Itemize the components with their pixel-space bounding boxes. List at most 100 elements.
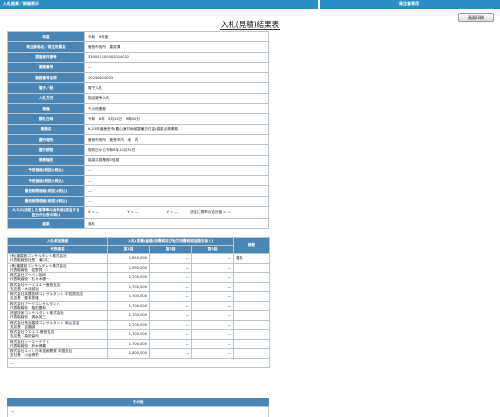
round-1-amount: 1,700,000 bbox=[107, 338, 150, 349]
info-row: 開札日時 令和 6年 6月24日 9時00分 bbox=[7, 113, 269, 125]
round-2-amount: — bbox=[149, 272, 192, 283]
z-value: Z = — bbox=[166, 210, 178, 215]
round-2-amount: — bbox=[149, 319, 192, 330]
info-row: 調達案件番号 330001100002024032 bbox=[7, 51, 269, 63]
bidder-name-cell: 株式会社ケーエスエー鹿島支店 支店長 大月誠治 bbox=[7, 281, 108, 292]
bidder-representative: 支店長 大月誠治 bbox=[10, 286, 39, 291]
info-label: 予定価格(税抜)(税込) bbox=[7, 164, 85, 177]
bidder-representative: 代表取締役 杉々木勝一 bbox=[10, 277, 50, 282]
info-value: 指名競争入札 bbox=[84, 92, 269, 105]
x-value: X = — bbox=[88, 210, 100, 215]
bidder-representative: 代表取締役 鈴木博義 bbox=[10, 343, 46, 348]
round-3-amount: — bbox=[190, 262, 235, 273]
bidder-note bbox=[233, 319, 271, 330]
info-label: 業種 bbox=[7, 103, 85, 115]
bidder-name-cell: 株式会社荒谷建設コンサルタント 岡山支店 支店長 吉國誠 bbox=[7, 319, 108, 330]
round-2-amount: — bbox=[149, 300, 192, 311]
bidder-name-cell: 西部技術コンサルタント株式会社 代表取締役 清水英三 bbox=[7, 310, 108, 321]
info-label: 開札日時 bbox=[7, 113, 85, 125]
bidder-name-cell: 株式会社アークコンサルタント 代表取締役 稲田豊和 bbox=[7, 300, 108, 311]
info-row: 業務番号名称 20240624005 bbox=[7, 72, 269, 84]
bidder-name-cell: 株式会社ウエスコ 鹿島支店 支店長 高松留司 bbox=[7, 329, 108, 340]
round-1-amount: 1,700,000 bbox=[107, 310, 150, 321]
info-value: 橋梁点検業務5径橋 bbox=[84, 154, 269, 166]
round-1-amount: 1,850,000 bbox=[107, 253, 150, 264]
bidder-note bbox=[233, 272, 271, 283]
info-row: 最低制限価格(税抜)(税込) — bbox=[7, 185, 269, 197]
round-2-amount: — bbox=[149, 253, 192, 264]
bidder-results-table: 入札参加業者 入札(見積)金額(消費税及び地方消費税相当額を除く) 摘要 代表者… bbox=[6, 237, 271, 368]
info-row: 最低制限価格(税抜)(税込) — bbox=[7, 195, 269, 208]
round-3-amount: — bbox=[190, 291, 235, 302]
info-label: 電子／紙 bbox=[7, 82, 85, 94]
bidder-note bbox=[233, 310, 271, 321]
round-3-amount: — bbox=[190, 310, 235, 321]
round-3-amount: — bbox=[190, 272, 235, 283]
bidder-name-cell: 株式会社芙蓉技研コンサルタント 中四国支店 支店長 藤本秀雄 bbox=[7, 291, 108, 302]
bidder-representative: 代表取締役 稲田豊和 bbox=[10, 305, 46, 310]
bidder-name-cell: 株式会社アーバン技研 代表取締役 杉々木勝一 bbox=[7, 272, 108, 283]
bidder-representative: 代表取締役 佐野賢 bbox=[10, 267, 43, 272]
round-1-amount: 1,800,000 bbox=[107, 348, 150, 359]
info-value: — bbox=[84, 185, 269, 197]
round-2-amount: — bbox=[149, 329, 192, 340]
round-3-header: 第3回 bbox=[190, 245, 235, 254]
info-row: 発注部局名／発注所属名 鹿島市役所 建設課 bbox=[7, 41, 269, 53]
footer-value: — bbox=[6, 357, 271, 368]
bidder-representative: 支社長 小谷博史 bbox=[10, 353, 39, 358]
bidder-row: 西部技術コンサルタント株式会社 代表取締役 清水英三 1,700,000— — bbox=[7, 310, 271, 321]
info-label: 調達案件番号 bbox=[7, 51, 85, 63]
round-2-amount: — bbox=[149, 291, 192, 302]
info-row: 電子／紙 電子入札 bbox=[7, 82, 269, 94]
round-1-amount: 1,700,000 bbox=[107, 319, 150, 330]
info-value: 20240624005 bbox=[84, 72, 269, 84]
round-3-amount: — bbox=[190, 329, 235, 340]
bidder-note: 落札 bbox=[233, 253, 271, 264]
info-row: 業種 その他業務 bbox=[7, 103, 269, 115]
info-row: 履行期限 契約日から令和6年10月31日 bbox=[7, 144, 269, 156]
bidder-representative: 支店長 吉國誠 bbox=[10, 324, 36, 329]
top-bar: 入札結果／詳細表示 発注者専用 bbox=[0, 0, 500, 9]
info-row: 業務番号 — bbox=[7, 61, 269, 74]
round-3-amount: — bbox=[190, 253, 235, 264]
info-value: 令和 6年度 bbox=[84, 30, 269, 43]
user-role-label: 発注者専用 bbox=[399, 1, 419, 6]
round-1-amount: 1,690,000 bbox=[107, 262, 150, 273]
bidder-note bbox=[233, 262, 271, 273]
round-1-amount: 1,700,000 bbox=[107, 281, 150, 292]
info-label: 履行場所 bbox=[7, 133, 85, 146]
bidder-note bbox=[233, 329, 271, 340]
bidder-row: 株式会社芙蓉技研コンサルタント 中四国支店 支店長 藤本秀雄 1,700,000— — bbox=[7, 291, 271, 302]
bidder-row: 株式会社ウエスコ 鹿島支店 支店長 高松留司 1,700,000— — bbox=[7, 329, 271, 340]
info-value: 電子入札 bbox=[84, 82, 269, 94]
formula-values: X = — Y = — Z = — 決定に基率の合計値 = — bbox=[84, 206, 269, 220]
bid-info-table: 年度 令和 6年度 発注部局名／発注所属名 鹿島市役所 建設課 調達案件番号 330001… bbox=[7, 30, 269, 230]
info-row: 入札方式 指名競争入札 bbox=[7, 92, 269, 105]
bidder-row: 株式会社アーバン技研 代表取締役 杉々木勝一 1,700,000— — bbox=[7, 272, 271, 283]
info-label: X,Y,Z(決定した基準率の合計値(該当する区分が公表の時)) bbox=[7, 206, 85, 220]
info-value: その他業務 bbox=[84, 103, 269, 115]
round-3-amount: — bbox=[190, 348, 235, 359]
bidder-note bbox=[233, 281, 271, 292]
bidder-note bbox=[233, 348, 271, 359]
info-row: 年度 令和 6年度 bbox=[7, 30, 269, 43]
other-section-header: その他 bbox=[7, 398, 269, 406]
info-value: 鹿島市役所 鹿島市内 地 内 bbox=[84, 133, 269, 146]
bidder-row: (株)福建設コンサルタント株式会社 代表取締役 佐野賢 1,690,000— — bbox=[7, 262, 271, 273]
info-label: 予定価格(税抜)(税込) bbox=[7, 175, 85, 187]
info-value: 6-23年度鹿島市(農山漁村地域整備交付金)橋梁点検業務 bbox=[84, 123, 269, 135]
info-label: 業務種別 bbox=[7, 154, 85, 166]
bidder-row: 株式会社シーエーテクト 代表取締役 鈴木博義 1,700,000— — bbox=[7, 338, 271, 349]
info-label: 最低制限価格(税抜)(税込) bbox=[7, 195, 85, 208]
window-title: 入札結果／詳細表示 bbox=[3, 1, 39, 6]
bidder-name-cell: 株式会社シーエーテクト 代表取締役 鈴木博義 bbox=[7, 338, 108, 349]
round-3-amount: — bbox=[190, 300, 235, 311]
result-value: 落札 bbox=[84, 218, 269, 230]
amount-header: 入札(見積)金額(消費税及び地方消費税相当額を除く) bbox=[106, 237, 235, 246]
round-1-header: 第1回 bbox=[107, 245, 150, 254]
round-1-amount: 1,700,000 bbox=[107, 291, 150, 302]
top-bar-divider bbox=[318, 0, 320, 9]
info-label: 最低制限価格(税抜)(税込) bbox=[7, 185, 85, 197]
info-value: 令和 6年 6月24日 9時00分 bbox=[84, 113, 269, 125]
round-3-amount: — bbox=[190, 281, 235, 292]
